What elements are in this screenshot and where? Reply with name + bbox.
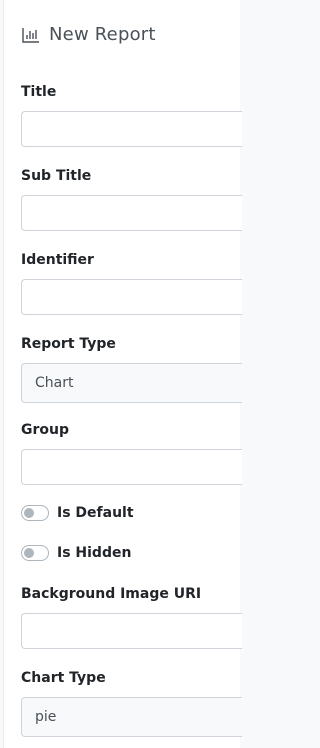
page-title: New Report	[49, 24, 156, 45]
background-image-uri-field: Background Image URI	[21, 585, 242, 649]
report-type-select[interactable]: Chart	[21, 363, 242, 403]
group-input[interactable]	[21, 449, 242, 485]
title-label: Title	[21, 84, 57, 100]
report-type-label: Report Type	[21, 336, 116, 352]
is-default-toggle-row: Is Default	[21, 505, 134, 521]
chart-type-label: Chart Type	[21, 670, 106, 686]
group-label: Group	[21, 422, 70, 438]
is-default-label: Is Default	[57, 505, 134, 521]
is-default-switch[interactable]	[21, 505, 49, 521]
switch-knob	[24, 548, 34, 558]
sub-title-input[interactable]	[21, 195, 242, 231]
identifier-label: Identifier	[21, 252, 94, 268]
identifier-input[interactable]	[21, 279, 242, 315]
chart-type-field: Chart Type pie	[21, 669, 242, 737]
group-field: Group	[21, 421, 242, 485]
background-image-uri-label: Background Image URI	[21, 586, 202, 602]
background-image-uri-input[interactable]	[21, 613, 242, 649]
bar-chart-icon	[21, 25, 41, 45]
form-header: New Report	[21, 24, 156, 45]
report-type-field: Report Type Chart	[21, 335, 242, 403]
identifier-field: Identifier	[21, 251, 242, 315]
is-hidden-label: Is Hidden	[57, 545, 132, 561]
is-hidden-switch[interactable]	[21, 545, 49, 561]
title-input[interactable]	[21, 111, 242, 147]
sub-title-label: Sub Title	[21, 168, 92, 184]
switch-knob	[24, 508, 34, 518]
sub-title-field: Sub Title	[21, 167, 242, 231]
is-hidden-toggle-row: Is Hidden	[21, 545, 131, 561]
chart-type-select[interactable]: pie	[21, 697, 242, 737]
title-field: Title	[21, 83, 242, 147]
